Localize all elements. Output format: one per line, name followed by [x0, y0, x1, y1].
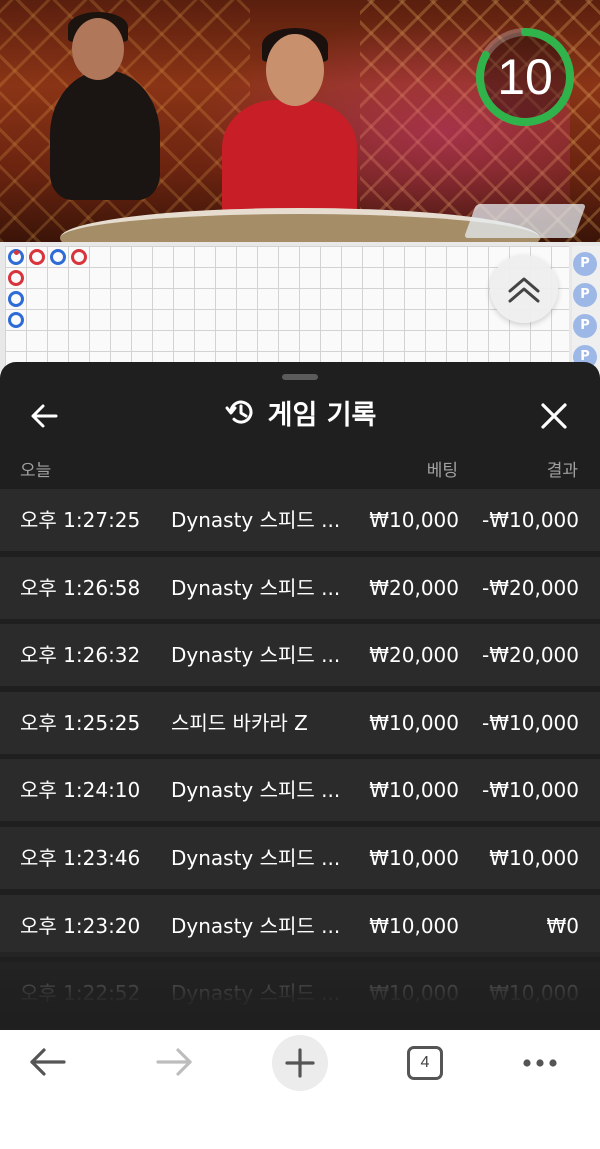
close-icon [541, 403, 567, 429]
game-name: 스피드 바카라 Z [171, 710, 308, 735]
round-time: 오후 1:26:58 [20, 575, 141, 600]
banker-bead [28, 248, 45, 265]
player-bead [7, 248, 24, 265]
card-shoe [463, 204, 587, 238]
result-amount: ₩10,000 [489, 981, 579, 1006]
result-amount: -₩10,000 [482, 710, 579, 735]
round-time: 오후 1:22:52 [20, 981, 141, 1006]
sheet-header: 게임 기록 [0, 390, 600, 434]
back-arrow-icon [30, 1048, 66, 1076]
page-title: 게임 기록 [267, 399, 377, 431]
history-row[interactable]: 오후 1:27:25 Dynasty 스피드 ... ₩10,000 -₩10,… [0, 489, 600, 551]
column-header-bet: 베팅 [426, 461, 458, 481]
game-name: Dynasty 스피드 ... [171, 778, 341, 803]
history-list: 오후 1:27:25 Dynasty 스피드 ... ₩10,000 -₩10,… [0, 489, 600, 1030]
game-name: Dynasty 스피드 ... [171, 845, 341, 870]
pair-marker [13, 249, 19, 255]
countdown-value: 10 [497, 49, 553, 105]
game-name: Dynasty 스피드 ... [171, 643, 341, 668]
game-name: Dynasty 스피드 ... [171, 575, 341, 600]
dealer-assistant-figure [50, 70, 160, 200]
round-time: 오후 1:24:10 [20, 778, 141, 803]
new-tab-button[interactable] [272, 1035, 328, 1091]
sheet-drag-handle[interactable] [282, 374, 318, 380]
history-row[interactable]: 오후 1:23:20 Dynasty 스피드 ... ₩10,000 ₩0 [0, 894, 600, 957]
result-amount: -₩10,000 [482, 508, 579, 532]
result-amount: -₩20,000 [482, 575, 579, 600]
side-road-chip: P [573, 283, 597, 307]
column-header-date: 오늘 [20, 461, 52, 481]
forward-arrow-icon [156, 1048, 192, 1076]
dealer-assistant-face [72, 18, 124, 80]
browser-toolbar: 4 [0, 1030, 600, 1149]
app-root: 10 PPPP 게임 기록 오늘 베팅 결과 오후 1:27:25 Dynast… [0, 0, 600, 1149]
bet-amount: ₩10,000 [369, 845, 459, 870]
history-row[interactable]: 오후 1:22:52 Dynasty 스피드 ... ₩10,000 ₩10,0… [0, 962, 600, 1025]
history-row[interactable]: 오후 1:26:32 Dynasty 스피드 ... ₩20,000 -₩20,… [0, 624, 600, 687]
more-dots-icon [523, 1059, 557, 1067]
result-amount: ₩0 [546, 913, 580, 938]
game-name: Dynasty 스피드 ... [171, 981, 341, 1006]
bet-amount: ₩10,000 [369, 710, 459, 735]
round-time: 오후 1:27:25 [20, 508, 141, 532]
history-row[interactable]: 오후 1:25:25 스피드 바카라 Z ₩10,000 -₩10,000 [0, 691, 600, 754]
player-bead [49, 248, 66, 265]
bet-amount: ₩10,000 [369, 913, 459, 938]
game-history-sheet: 게임 기록 오늘 베팅 결과 오후 1:27:25 Dynasty 스피드 ..… [0, 362, 600, 1030]
game-name: Dynasty 스피드 ... [171, 508, 341, 532]
bet-amount: ₩10,000 [369, 778, 459, 803]
close-button[interactable] [532, 394, 576, 438]
game-name: Dynasty 스피드 ... [171, 913, 341, 938]
side-road-column: PPPP [572, 246, 600, 372]
bead-road-grid [5, 246, 569, 372]
round-time: 오후 1:25:25 [20, 710, 141, 735]
browser-forward-button[interactable] [144, 1030, 204, 1094]
banker-bead [7, 269, 24, 286]
bet-amount: ₩10,000 [369, 981, 459, 1006]
result-amount: -₩10,000 [482, 778, 579, 803]
round-time: 오후 1:23:46 [20, 845, 141, 870]
more-menu-button[interactable] [510, 1030, 570, 1094]
player-bead [7, 290, 24, 307]
history-icon [225, 400, 253, 424]
round-time: 오후 1:23:20 [20, 913, 141, 938]
bet-amount: ₩20,000 [369, 643, 459, 668]
live-video[interactable]: 10 [0, 0, 600, 242]
dealer-face [266, 34, 324, 106]
tab-switcher-button[interactable]: 4 [396, 1030, 456, 1094]
result-amount: -₩20,000 [482, 643, 579, 668]
banker-bead [70, 248, 87, 265]
result-amount: ₩10,000 [489, 845, 579, 870]
tabs-icon: 4 [407, 1046, 443, 1080]
player-bead [7, 311, 24, 328]
side-road-chip: P [573, 314, 597, 338]
bet-amount: ₩20,000 [369, 575, 459, 600]
browser-back-button[interactable] [18, 1030, 78, 1094]
dealer-figure [222, 100, 357, 220]
double-chevron-up-icon [508, 277, 540, 303]
history-row[interactable]: 오후 1:24:10 Dynasty 스피드 ... ₩10,000 -₩10,… [0, 759, 600, 822]
history-row[interactable]: 오후 1:23:46 Dynasty 스피드 ... ₩10,000 ₩10,0… [0, 826, 600, 889]
side-road-chip: P [573, 252, 597, 276]
column-header-result: 결과 [546, 461, 578, 481]
history-row[interactable]: 오후 1:26:58 Dynasty 스피드 ... ₩20,000 -₩20,… [0, 556, 600, 619]
expand-roadmap-button[interactable] [490, 255, 558, 323]
plus-icon [285, 1048, 315, 1078]
bet-amount: ₩10,000 [369, 508, 459, 532]
round-time: 오후 1:26:32 [20, 643, 141, 668]
